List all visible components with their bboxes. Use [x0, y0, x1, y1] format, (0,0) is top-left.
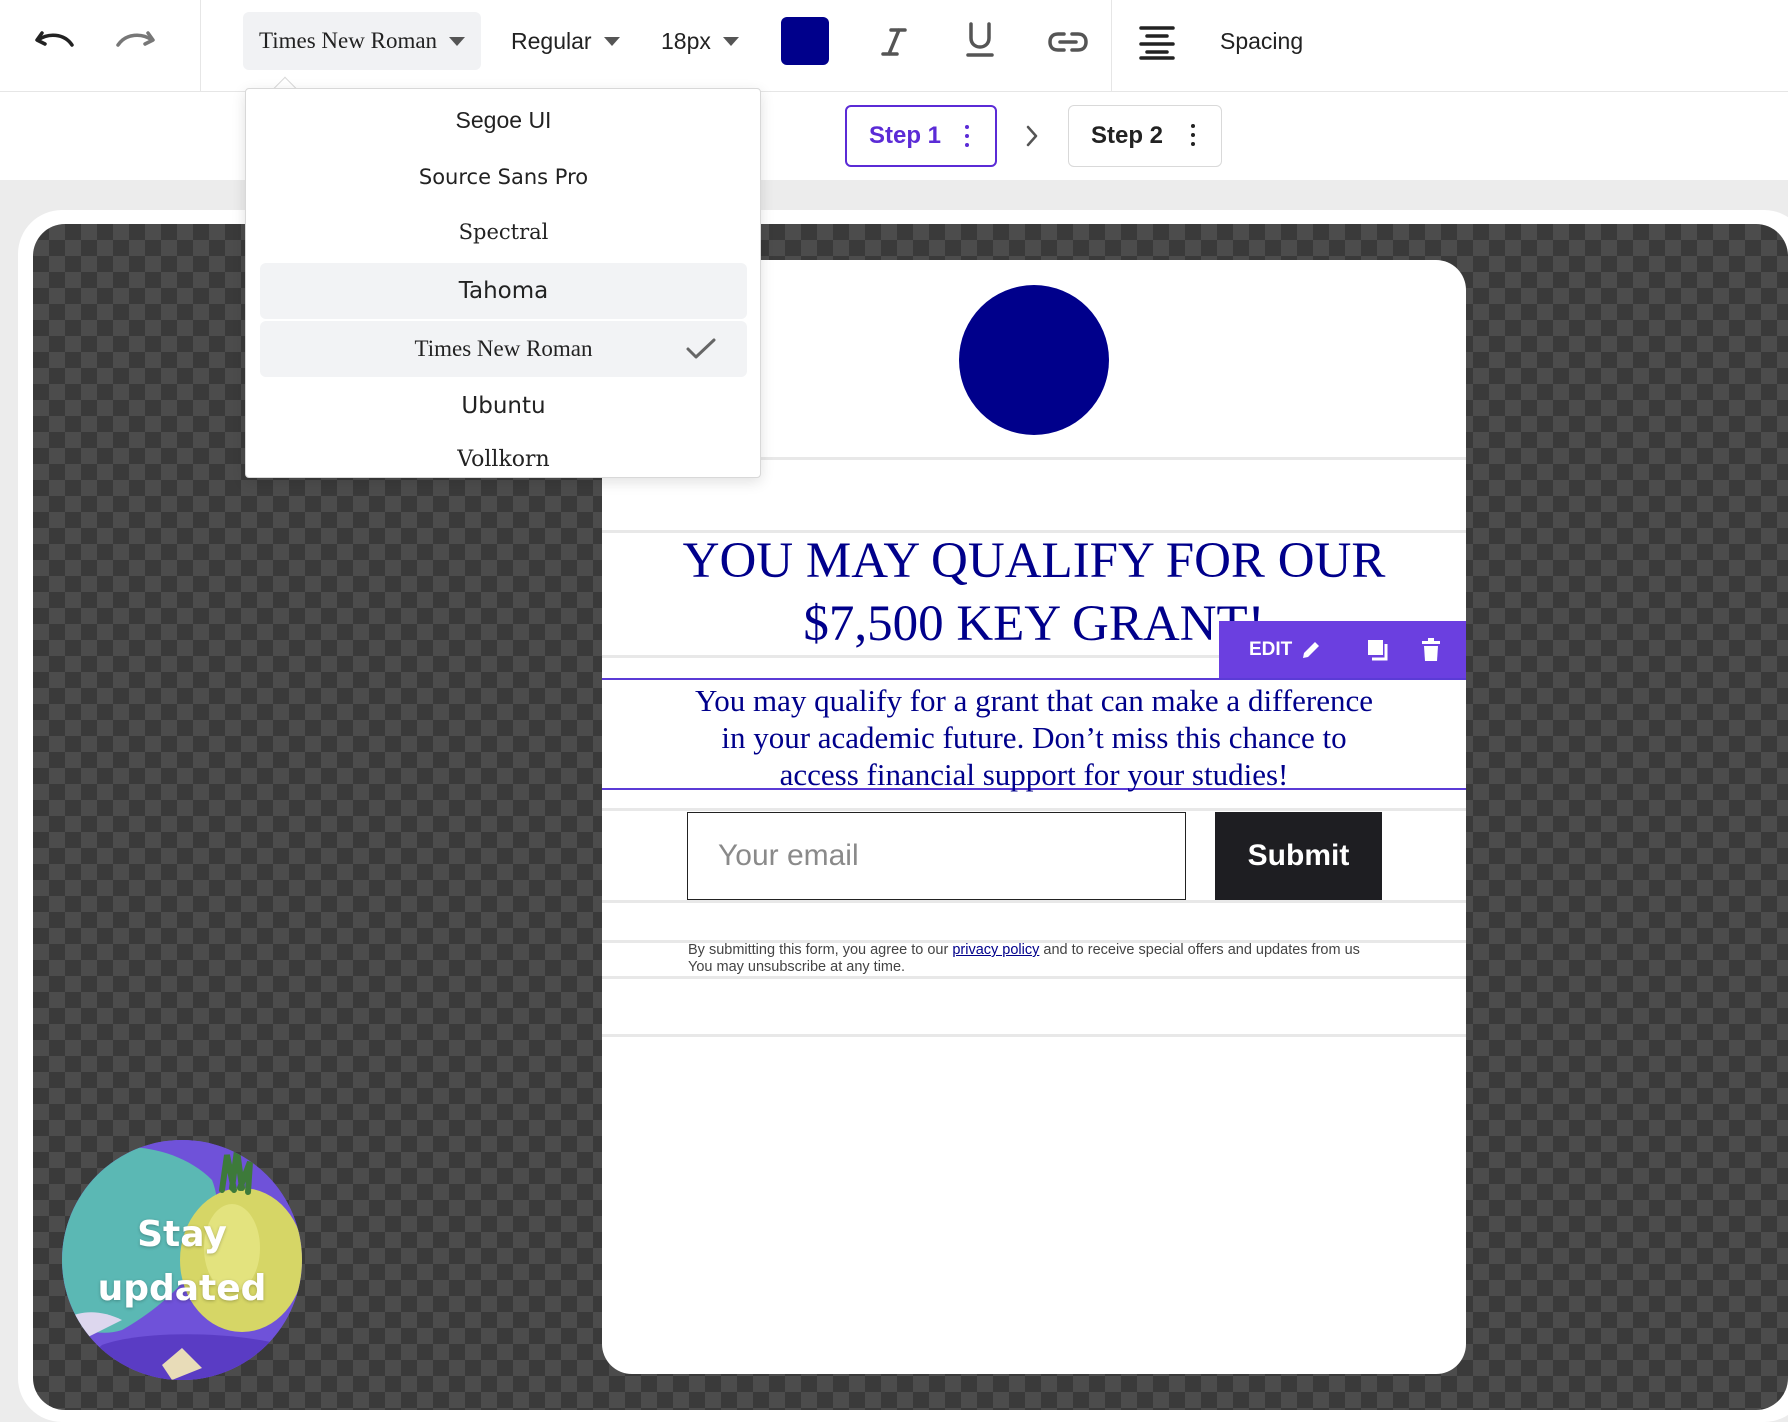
font-option-source-sans-pro[interactable]: Source Sans Pro — [260, 149, 747, 205]
duplicate-icon[interactable] — [1366, 638, 1390, 662]
font-family-select[interactable]: Times New Roman — [243, 12, 481, 70]
italic-icon[interactable] — [872, 20, 916, 64]
pencil-icon — [1300, 639, 1322, 661]
row-divider — [602, 1034, 1466, 1037]
step-label: Step 2 — [1091, 122, 1164, 149]
align-center-icon[interactable] — [1135, 20, 1179, 64]
trash-icon[interactable] — [1420, 637, 1442, 662]
font-weight-value: Regular — [511, 27, 592, 54]
redo-icon[interactable] — [110, 22, 160, 62]
text-color-swatch[interactable] — [781, 17, 829, 65]
toolbar-divider — [1111, 0, 1112, 92]
font-weight-select[interactable]: Regular — [511, 12, 620, 70]
underline-icon[interactable] — [958, 18, 1002, 62]
checkmark-icon — [685, 337, 717, 367]
font-option-segoe-ui[interactable]: Segoe UI — [260, 92, 747, 148]
font-option-times-new-roman[interactable]: Times New Roman — [260, 321, 747, 377]
chevron-down-icon — [449, 36, 466, 46]
popup-body-text[interactable]: You may qualify for a grant that can mak… — [602, 678, 1466, 792]
step-label: Step 1 — [869, 122, 942, 149]
edit-button[interactable]: EDIT — [1219, 639, 1322, 661]
chevron-down-icon — [722, 36, 739, 46]
chevron-down-icon — [603, 36, 620, 46]
chevron-right-icon — [1020, 122, 1044, 150]
consent-disclaimer: By submitting this form, you agree to ou… — [688, 942, 1360, 975]
link-icon[interactable] — [1044, 20, 1092, 64]
toolbar-divider — [200, 0, 201, 92]
font-option-tahoma[interactable]: Tahoma — [260, 263, 747, 319]
element-edit-bar: EDIT — [1219, 621, 1466, 678]
font-option-ubuntu[interactable]: Ubuntu — [260, 378, 747, 434]
more-vert-icon[interactable] — [1191, 124, 1195, 146]
more-vert-icon[interactable] — [965, 125, 969, 147]
teaser-label: Stay updated — [97, 1214, 267, 1309]
privacy-policy-link[interactable]: privacy policy — [952, 942, 1039, 958]
font-option-vollkorn[interactable]: Vollkorn — [260, 431, 747, 477]
spacing-button[interactable]: Spacing — [1220, 12, 1303, 70]
row-divider — [602, 900, 1466, 903]
font-option-spectral[interactable]: Spectral — [260, 204, 747, 260]
logo-placeholder[interactable] — [959, 285, 1109, 435]
undo-icon[interactable] — [30, 22, 80, 62]
font-family-menu: Segoe UI Source Sans Pro Spectral Tahoma… — [245, 88, 761, 478]
format-toolbar: Times New Roman Regular 18px Spacing — [0, 0, 1788, 92]
font-size-value: 18px — [661, 27, 711, 54]
teaser-bubble[interactable]: Stay updated — [62, 1140, 302, 1380]
edit-label: EDIT — [1249, 638, 1293, 660]
submit-button[interactable]: Submit — [1215, 812, 1382, 900]
email-field[interactable] — [687, 812, 1186, 900]
row-divider — [602, 976, 1466, 979]
row-divider — [602, 808, 1466, 811]
step-1-tab[interactable]: Step 1 — [845, 105, 997, 167]
step-2-tab[interactable]: Step 2 — [1068, 105, 1222, 167]
font-size-select[interactable]: 18px — [661, 12, 739, 70]
font-family-value: Times New Roman — [259, 28, 438, 53]
